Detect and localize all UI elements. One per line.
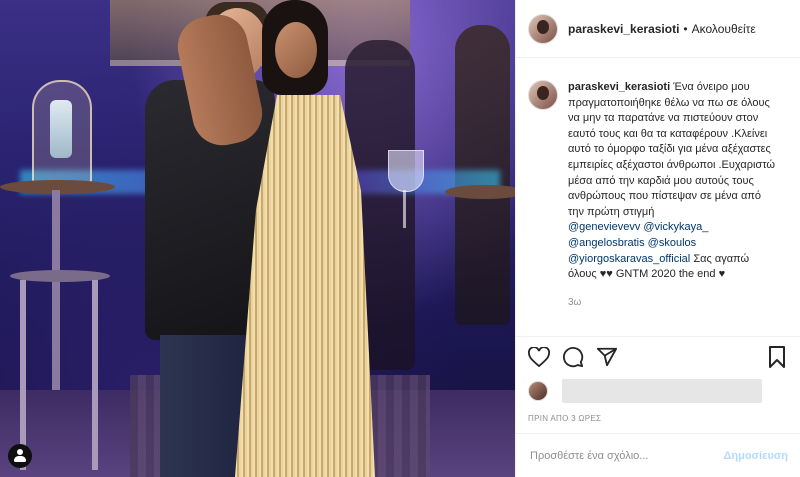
- mention-link[interactable]: @skoulos: [648, 237, 696, 249]
- action-bar: [516, 336, 800, 376]
- mention-link[interactable]: @angelosbratis: [568, 237, 645, 249]
- woman-face: [275, 22, 317, 78]
- caption-avatar[interactable]: [528, 80, 558, 110]
- following-button[interactable]: Ακολουθείτε: [692, 22, 756, 36]
- liker-avatar[interactable]: [528, 381, 548, 401]
- bottle: [50, 100, 72, 158]
- mention-link[interactable]: @vickykaya_: [643, 221, 708, 233]
- table-leg: [52, 190, 60, 400]
- caption: paraskevi_kerasioti Ένα όνειρο μου πραγμ…: [516, 58, 800, 336]
- post-comment-button[interactable]: Δημοσίευση: [723, 450, 788, 462]
- share-icon[interactable]: [596, 346, 618, 368]
- mention-link[interactable]: @yiorgoskaravas_official: [568, 253, 690, 265]
- stool-leg: [92, 280, 98, 470]
- likes-row: [516, 376, 800, 406]
- caption-time[interactable]: 3ω: [568, 295, 778, 311]
- separator-dot: •: [683, 21, 688, 36]
- post-photo[interactable]: [0, 0, 515, 477]
- glass-stem: [403, 190, 406, 228]
- avatar[interactable]: [528, 13, 558, 44]
- header-username[interactable]: paraskevi_kerasioti: [568, 22, 679, 36]
- post-header: paraskevi_kerasioti • Ακολουθείτε: [516, 0, 800, 58]
- caption-text: Ένα όνειρο μου πραγματοποιήθηκε θέλω να …: [568, 81, 775, 218]
- user-tag-icon[interactable]: [8, 444, 32, 468]
- stool-leg: [20, 280, 26, 470]
- heart-icon[interactable]: [528, 346, 550, 368]
- caption-body: paraskevi_kerasioti Ένα όνειρο μου πραγμ…: [568, 80, 778, 336]
- cocktail-table-right: [445, 185, 515, 199]
- comment-box: Δημοσίευση: [516, 433, 800, 477]
- post-sidebar: paraskevi_kerasioti • Ακολουθείτε parask…: [515, 0, 800, 477]
- mention-link[interactable]: @genevievevv: [568, 221, 640, 233]
- time-ago: ΠΡΙΝ ΑΠΟ 3 ΩΡΕΣ: [528, 414, 602, 423]
- likes-blurred: [562, 379, 762, 403]
- cocktail-glass: [388, 150, 424, 192]
- comment-input[interactable]: [528, 448, 724, 463]
- comment-icon[interactable]: [562, 346, 584, 368]
- instagram-post: paraskevi_kerasioti • Ακολουθείτε parask…: [0, 0, 800, 477]
- bookmark-icon[interactable]: [766, 345, 788, 368]
- caption-username[interactable]: paraskevi_kerasioti: [568, 81, 670, 93]
